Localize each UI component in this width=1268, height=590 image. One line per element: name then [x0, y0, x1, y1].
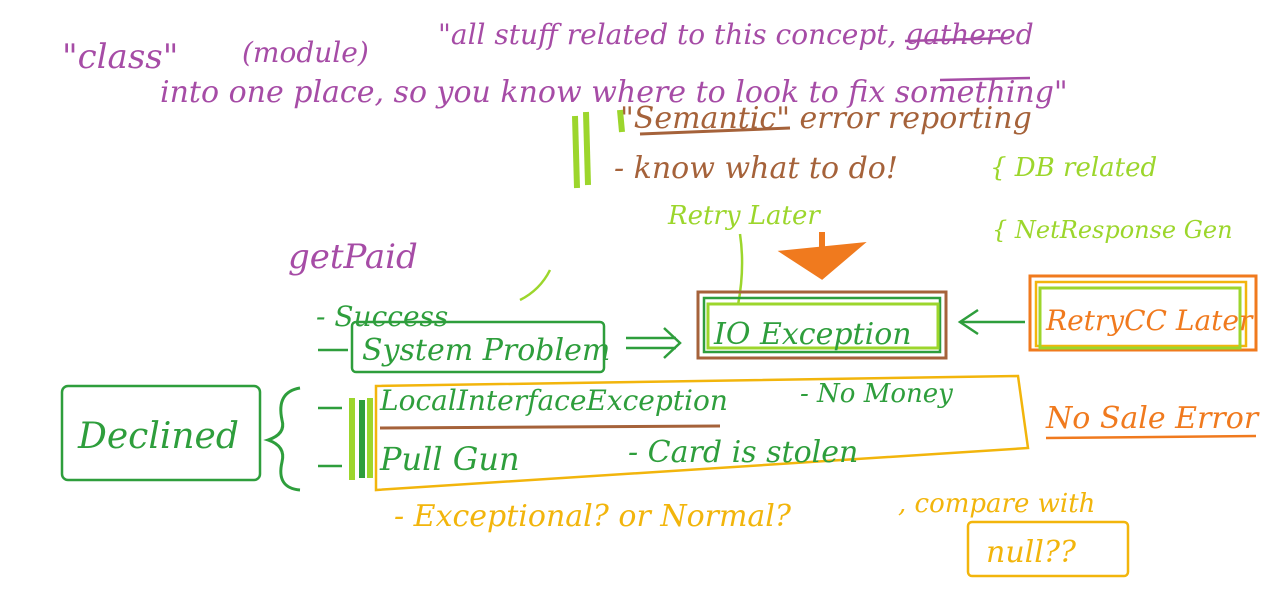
retry-later-arrow: [736, 233, 744, 306]
header-notes: "class" (module) "all stuff related to t…: [62, 18, 1068, 186]
io-exception-label: IO Exception: [713, 317, 912, 352]
card-stolen-label: - Card is stolen: [628, 435, 858, 470]
system-problem-label: System Problem: [362, 333, 610, 368]
success-tick-icon: [519, 269, 552, 302]
retry-cc-later-node: RetryCC Later: [1028, 274, 1258, 352]
local-interface-exception-label: LocalInterfaceException: [379, 384, 728, 417]
success-label: - Success: [316, 300, 448, 333]
no-sale-error-label: No Sale Error: [1045, 401, 1260, 436]
know-what-to-do: - know what to do!: [614, 151, 898, 186]
local-interface-underline: [379, 424, 721, 430]
get-paid-label: getPaid: [288, 237, 418, 277]
declined-label: Declined: [77, 416, 239, 457]
db-related-note: { DB related: [990, 153, 1157, 183]
semantic-error-heading: "Semantic" error reporting: [620, 101, 1032, 136]
header-module-word: (module): [242, 36, 369, 69]
retry-cc-later-label: RetryCC Later: [1045, 304, 1254, 337]
declined-marker-bars: [349, 398, 373, 480]
brace-icon: [263, 386, 301, 492]
exceptional-or-normal-note: - Exceptional? or Normal?: [394, 499, 792, 534]
no-sale-underline: [1045, 434, 1257, 440]
header-line1-text: "all stuff related to this concept, gath…: [438, 18, 1034, 51]
compare-with-note: , compare with: [898, 489, 1095, 519]
null-node: null??: [966, 520, 1130, 578]
no-money-label: - No Money: [800, 379, 953, 409]
whiteboard-canvas: "class" (module) "all stuff related to t…: [60, 18, 1260, 578]
double-arrow-icon: [626, 327, 682, 359]
retry-later-note: Retry Later: [667, 201, 821, 231]
pull-gun-label: Pull Gun: [379, 440, 520, 478]
header-class-word: "class": [62, 37, 178, 77]
left-arrow-icon: [957, 308, 1025, 336]
io-exception-node: IO Exception: [696, 290, 948, 360]
net-response-note: { NetResponse Gen: [992, 216, 1233, 244]
null-label: null??: [986, 535, 1077, 570]
declined-node: Declined: [60, 384, 262, 482]
